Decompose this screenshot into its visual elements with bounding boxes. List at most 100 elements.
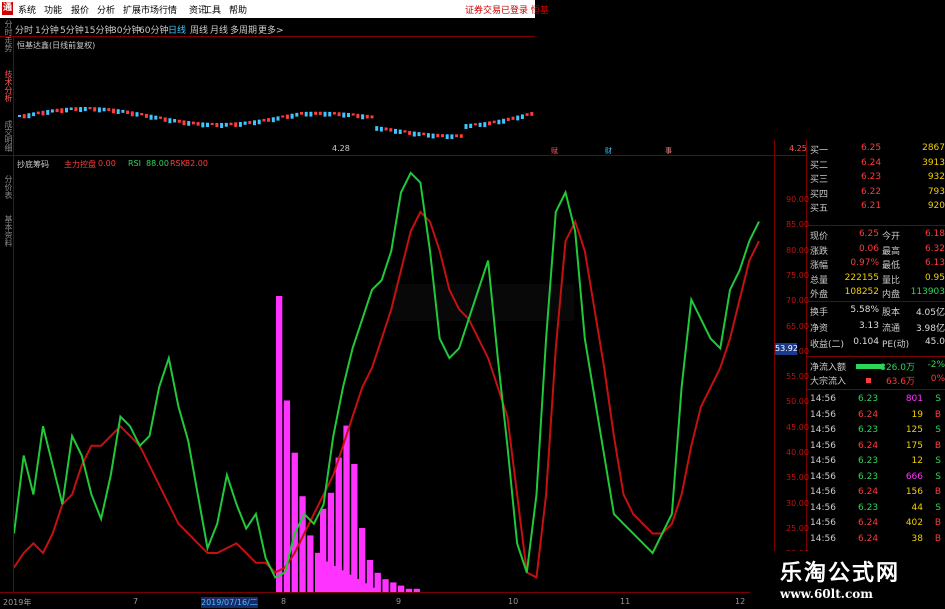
tick-price: 6.24 (858, 409, 879, 420)
app-logo-icon: 通 (2, 2, 13, 15)
tick-volume: 175 (905, 440, 923, 451)
side-tab-fundamentals[interactable]: 基本资料 (1, 215, 13, 260)
stat-label: PE(动) (882, 340, 910, 350)
period-1min[interactable]: 1分钟 (35, 23, 59, 36)
side-tab-intraday[interactable]: 分时走势 (1, 20, 13, 60)
candlestick (234, 122, 238, 127)
period-daily[interactable]: 日线 (168, 23, 186, 36)
tick-row: 14:56 6.24 19 B (806, 410, 945, 424)
tick-side: B (934, 440, 941, 451)
divider (806, 225, 945, 226)
period-intraday[interactable]: 分时 (15, 23, 33, 36)
watermark: 乐淘公式网 www.60lt.com (750, 551, 945, 609)
menu-tools[interactable]: 工具 (203, 3, 221, 16)
menu-extended-market[interactable]: 扩展市场行情 (123, 3, 177, 16)
indicator-bar (374, 572, 381, 592)
candlestick (483, 122, 487, 128)
candlestick (27, 113, 31, 119)
candlestick (135, 112, 139, 117)
indicator-chart (14, 171, 760, 592)
tick-row: 14:56 6.24 156 B (806, 487, 945, 501)
redaction-block (392, 284, 574, 321)
stat-value: 4.05亿 (915, 308, 945, 318)
menu-system[interactable]: 系统 (18, 3, 36, 16)
stat-label: 净资 (810, 324, 829, 334)
candlestick (83, 107, 87, 112)
tick-volume: 402 (905, 518, 923, 528)
bid-volume: 920 (927, 201, 945, 211)
indicator-bar (276, 296, 283, 592)
tick-time: 14:56 (810, 471, 836, 482)
login-status[interactable]: 证券交易已登录 恒基 (465, 3, 549, 16)
watermark-url: www.60lt.com (780, 587, 873, 601)
stat-value: 6.25 (858, 229, 879, 239)
indicator-bar (359, 528, 366, 592)
side-tab-technical[interactable]: 技术分析 (1, 70, 13, 110)
tick-price: 6.24 (858, 487, 879, 497)
candlestick (243, 121, 247, 125)
stat-value: 6.13 (924, 258, 945, 268)
bid-price: 6.23 (861, 172, 882, 182)
tick-volume: 19 (911, 409, 923, 420)
stat-value: 222155 (844, 272, 879, 283)
period-30min[interactable]: 30分钟 (111, 23, 140, 36)
tick-side: S (935, 502, 941, 513)
stat-label: 收益(二) (810, 340, 845, 350)
flow-row: 大宗流入 63.6万 0% (806, 374, 945, 388)
bid-row: 买四 6.22 793 (806, 187, 945, 201)
x-axis-label: 9 (396, 597, 402, 606)
period-60min[interactable]: 60分钟 (139, 23, 168, 36)
candlestick (210, 122, 214, 126)
stat-value: 0.95 (924, 272, 945, 283)
period-monthly[interactable]: 月线 (210, 23, 228, 36)
candlestick (295, 112, 299, 117)
stat-label: 涨幅 (810, 261, 829, 271)
event-marker[interactable]: 财 (605, 146, 612, 156)
tick-time: 14:56 (810, 425, 836, 435)
menu-function[interactable]: 功能 (44, 3, 62, 16)
bid-volume: 3913 (922, 157, 945, 168)
candlestick (525, 113, 529, 116)
candlestick (60, 108, 64, 114)
candlestick (445, 134, 449, 140)
candlestick (417, 132, 421, 137)
menu-analysis[interactable]: 分析 (97, 3, 115, 16)
candlestick (365, 114, 369, 119)
candlestick (229, 122, 233, 126)
tick-side: S (935, 471, 941, 482)
candlestick (196, 122, 200, 126)
stat-value: 113903 (910, 287, 945, 297)
menu-help[interactable]: 帮助 (229, 3, 247, 16)
event-marker[interactable]: 事 (665, 146, 672, 156)
candlestick (88, 107, 92, 110)
stat-row: 收益(二) 0.104 PE(动) 45.0 (806, 337, 945, 351)
candlestick (182, 120, 186, 126)
period-15min[interactable]: 15分钟 (84, 23, 113, 36)
candlestick (361, 114, 365, 120)
menu-quote[interactable]: 报价 (71, 3, 89, 16)
bid-price: 6.22 (861, 186, 882, 197)
candlestick (93, 107, 97, 112)
tick-row: 14:56 6.23 12 S (806, 456, 945, 470)
side-tab-price-table[interactable]: 分价表 (1, 175, 13, 211)
rsi-series-line (14, 171, 760, 579)
period-more[interactable]: 更多> (258, 23, 284, 36)
period-5min[interactable]: 5分钟 (60, 23, 84, 36)
event-marker[interactable]: 赋 (551, 146, 558, 156)
candlestick (65, 107, 68, 113)
stat-row: 净资 3.13 流通 3.98亿 (806, 321, 945, 335)
side-tab-trades[interactable]: 成交明细 (1, 120, 13, 160)
period-multi[interactable]: 多周期 (230, 23, 257, 36)
flow-value: -326.0万 (876, 363, 915, 373)
tick-volume: 801 (905, 394, 923, 404)
tick-time: 14:56 (810, 409, 836, 420)
bid-row: 买五 6.21 920 (806, 201, 945, 215)
indicator-param-label: RSK (170, 159, 186, 168)
candlestick (379, 126, 383, 132)
candlestick (342, 112, 346, 118)
stat-label: 涨跌 (810, 246, 829, 257)
candlestick (238, 121, 242, 127)
period-weekly[interactable]: 周线 (190, 23, 208, 36)
candlestick (384, 127, 388, 131)
divider (0, 36, 535, 37)
